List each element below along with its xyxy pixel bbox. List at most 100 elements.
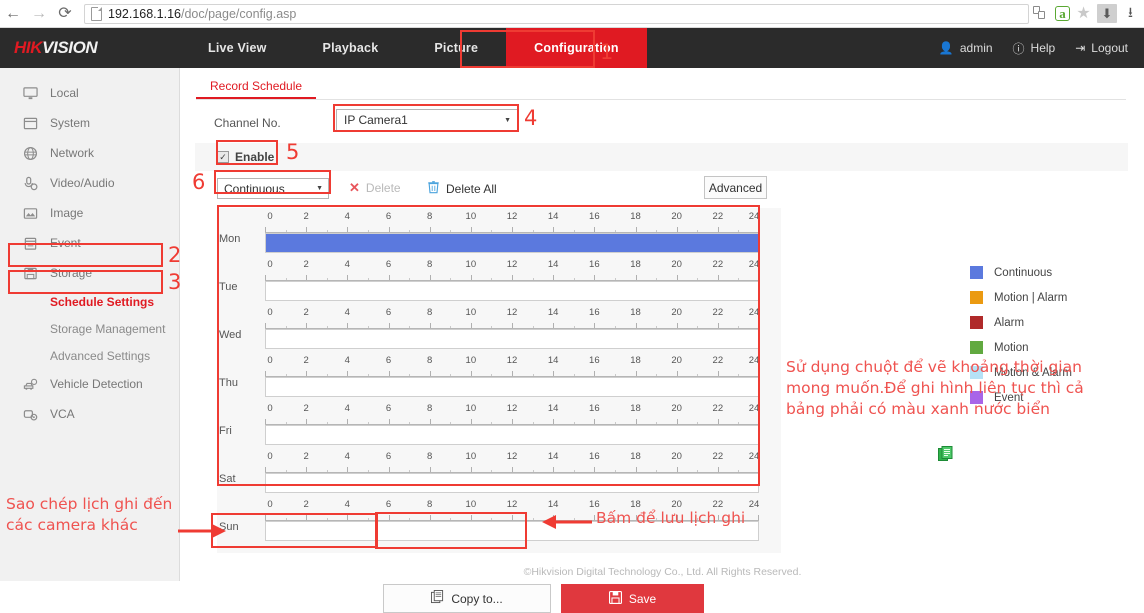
tab-record-schedule[interactable]: Record Schedule — [196, 74, 317, 99]
schedule-hour-tick-label: 16 — [589, 355, 600, 366]
download-icon[interactable]: ⭳ — [1122, 4, 1139, 22]
schedule-hour-tick-label: 6 — [385, 259, 392, 270]
logo-vision: VISION — [42, 38, 98, 57]
schedule-hour-tick-label: 24 — [748, 211, 760, 222]
sidebar-item-label: VCA — [50, 407, 75, 421]
tab-pages-icon[interactable] — [1033, 5, 1050, 22]
schedule-hour-tick-label: 6 — [385, 451, 392, 462]
delete-button[interactable]: ✕ Delete — [349, 180, 401, 196]
schedule-hour-tick-label: 8 — [427, 259, 433, 270]
schedule-hour-tick-label: 24 — [748, 451, 760, 462]
schedule-hour-tick-label: 16 — [589, 259, 600, 270]
schedule-hour-tick-label: 8 — [427, 211, 433, 222]
schedule-fill-segment[interactable] — [266, 234, 758, 252]
sidebar-item-network[interactable]: Network — [0, 138, 179, 168]
sidebar-item-vehicle-detection[interactable]: Vehicle Detection — [0, 369, 179, 399]
schedule-hour-tick-label: 0 — [267, 451, 273, 462]
sidebar-item-advanced-settings[interactable]: Advanced Settings — [0, 342, 179, 369]
record-type-select[interactable]: Continuous ▼ — [217, 178, 329, 199]
schedule-hour-tick-label: 20 — [671, 403, 682, 414]
schedule-hour-tick-label: 18 — [630, 403, 641, 414]
schedule-hour-axis: 0 2 4 6 8 10 12 14 16 18 20 22 24 — [265, 307, 759, 329]
channel-selected-value: IP Camera1 — [344, 113, 408, 127]
sidebar-item-local[interactable]: Local — [0, 78, 179, 108]
schedule-day-label: Sat — [219, 473, 236, 485]
copy-sheet-icon[interactable] — [938, 446, 953, 463]
annotation-number-6: 6 — [192, 170, 206, 194]
delete-all-button[interactable]: Delete All — [427, 180, 497, 197]
schedule-track[interactable] — [265, 281, 759, 301]
save-button[interactable]: Save — [561, 584, 704, 613]
back-arrow-icon[interactable]: ← — [0, 1, 26, 27]
schedule-hour-tick-label: 4 — [344, 259, 350, 270]
schedule-hour-tick-label: 12 — [506, 355, 518, 366]
schedule-hour-tick-label: 14 — [547, 355, 559, 366]
schedule-track[interactable] — [265, 377, 759, 397]
enable-checkbox-group[interactable]: ✓ Enable — [217, 150, 274, 164]
channel-select[interactable]: IP Camera1 ▼ — [336, 109, 518, 131]
bookmark-star-icon[interactable]: ★ — [1075, 5, 1092, 22]
enable-checkbox[interactable]: ✓ — [217, 151, 229, 163]
advanced-button[interactable]: Advanced — [704, 176, 767, 199]
schedule-hour-tick-label: 8 — [427, 403, 433, 414]
schedule-hour-tick-label: 18 — [630, 259, 641, 270]
schedule-hour-tick-label: 6 — [385, 307, 392, 318]
legend-item: Continuous — [970, 260, 1144, 285]
sidebar-item-image[interactable]: Image — [0, 198, 179, 228]
schedule-day-label: Tue — [219, 281, 238, 293]
sidebar-item-system[interactable]: System — [0, 108, 179, 138]
legend-label: Motion | Alarm — [994, 291, 1068, 304]
sidebar-item-video-audio[interactable]: Video/Audio — [0, 168, 179, 198]
schedule-track[interactable] — [265, 329, 759, 349]
sidebar-item-label: Video/Audio — [50, 176, 115, 190]
sidebar-item-storage-management[interactable]: Storage Management — [0, 315, 179, 342]
schedule-hour-tick-label: 24 — [748, 499, 760, 510]
tab-live-view[interactable]: Live View — [180, 28, 295, 68]
schedule-track[interactable] — [265, 473, 759, 493]
sidebar-item-label: Network — [50, 146, 95, 160]
schedule-hour-tick-label: 8 — [427, 307, 433, 318]
annotation-number-3: 3 — [168, 270, 182, 294]
forward-arrow-icon[interactable]: → — [26, 1, 52, 27]
user-menu[interactable]: 👤 admin — [939, 41, 993, 55]
logout-label: Logout — [1091, 41, 1128, 55]
help-button[interactable]: ⓘ Help — [1013, 40, 1056, 57]
reload-icon[interactable]: ⟳ — [52, 1, 78, 27]
sidebar-item-vca[interactable]: VCA — [0, 399, 179, 429]
tab-picture[interactable]: Picture — [406, 28, 506, 68]
tab-playback[interactable]: Playback — [295, 28, 407, 68]
schedule-hour-axis: 0 2 4 6 8 10 12 14 16 18 20 22 24 — [265, 451, 759, 473]
url-host: 192.168.1.16 — [108, 6, 181, 21]
schedule-track[interactable] — [265, 233, 759, 253]
legend-color-swatch — [970, 316, 983, 329]
schedule-track[interactable] — [265, 425, 759, 445]
schedule-hour-axis: 0 2 4 6 8 10 12 14 16 18 20 22 24 — [265, 403, 759, 425]
schedule-hour-tick-label: 2 — [303, 211, 309, 222]
schedule-hour-tick-label: 8 — [427, 355, 433, 366]
action-row: Continuous ▼ ✕ Delete Delete All Advance… — [181, 176, 1144, 204]
annotation-number-4: 4 — [524, 106, 538, 130]
record-type-value: Continuous — [224, 181, 285, 196]
hikvision-logo: HIKVISION — [0, 38, 180, 58]
content-tabbar: Record Schedule — [196, 74, 1126, 100]
schedule-grid: Mon 0 2 4 6 8 10 12 14 16 18 20 22 24 Tue 0 2 4 6 8 10 12 14 16… — [219, 211, 763, 549]
address-bar[interactable]: 192.168.1.16/doc/page/config.asp — [84, 3, 1029, 24]
sidebar-item-event[interactable]: Event — [0, 228, 179, 258]
schedule-day-label: Thu — [219, 377, 238, 389]
tab-configuration[interactable]: Configuration — [506, 28, 647, 68]
sidebar-item-schedule-settings[interactable]: Schedule Settings — [0, 288, 179, 315]
x-icon: ✕ — [349, 180, 360, 195]
copy-to-button[interactable]: Copy to... — [383, 584, 551, 613]
schedule-hour-tick-label: 14 — [547, 451, 559, 462]
schedule-hour-tick-label: 10 — [465, 355, 477, 366]
schedule-day-row: Thu 0 2 4 6 8 10 12 14 16 18 20 22 24 — [219, 355, 763, 403]
browser-toolbar: ← → ⟳ 192.168.1.16/doc/page/config.asp a… — [0, 0, 1144, 28]
adblock-icon[interactable]: a — [1055, 6, 1070, 21]
schedule-hour-tick-label: 20 — [671, 307, 682, 318]
schedule-track-wrap: 0 2 4 6 8 10 12 14 16 18 20 22 24 — [265, 307, 759, 355]
copy-to-label: Copy to... — [451, 591, 503, 606]
sidebar-item-storage[interactable]: Storage — [0, 258, 179, 288]
logout-button[interactable]: ⇥ Logout — [1075, 41, 1128, 55]
download-active-icon[interactable]: ⬇ — [1097, 4, 1117, 23]
enable-row: ✓ Enable — [195, 143, 1128, 171]
